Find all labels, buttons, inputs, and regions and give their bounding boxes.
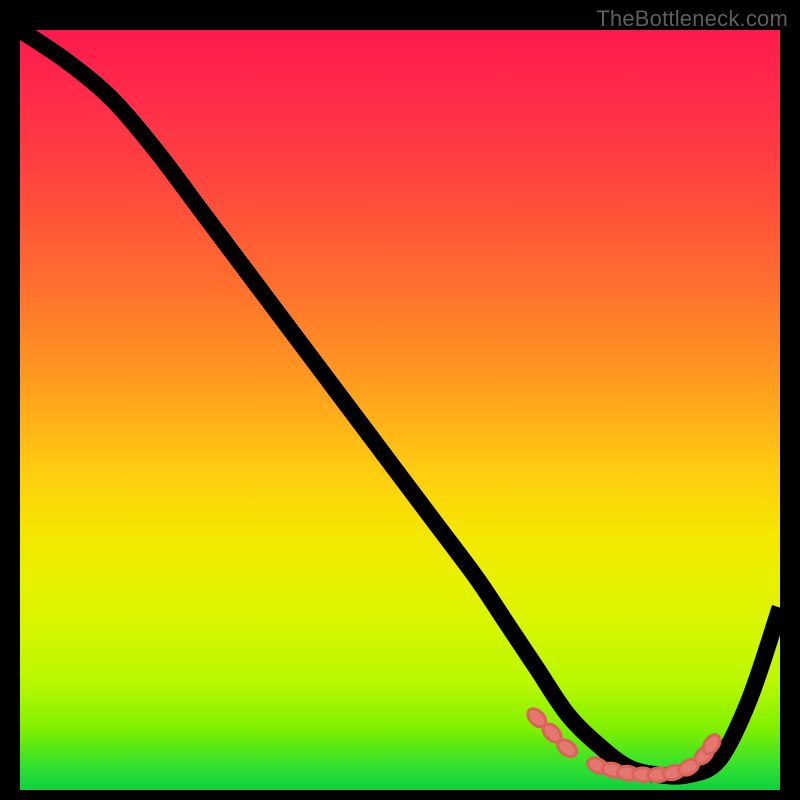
watermark-text: TheBottleneck.com [596, 6, 788, 32]
highlight-dots [524, 705, 723, 782]
chart-frame [20, 30, 780, 790]
curve-path [20, 30, 780, 776]
bottleneck-chart [20, 30, 780, 790]
